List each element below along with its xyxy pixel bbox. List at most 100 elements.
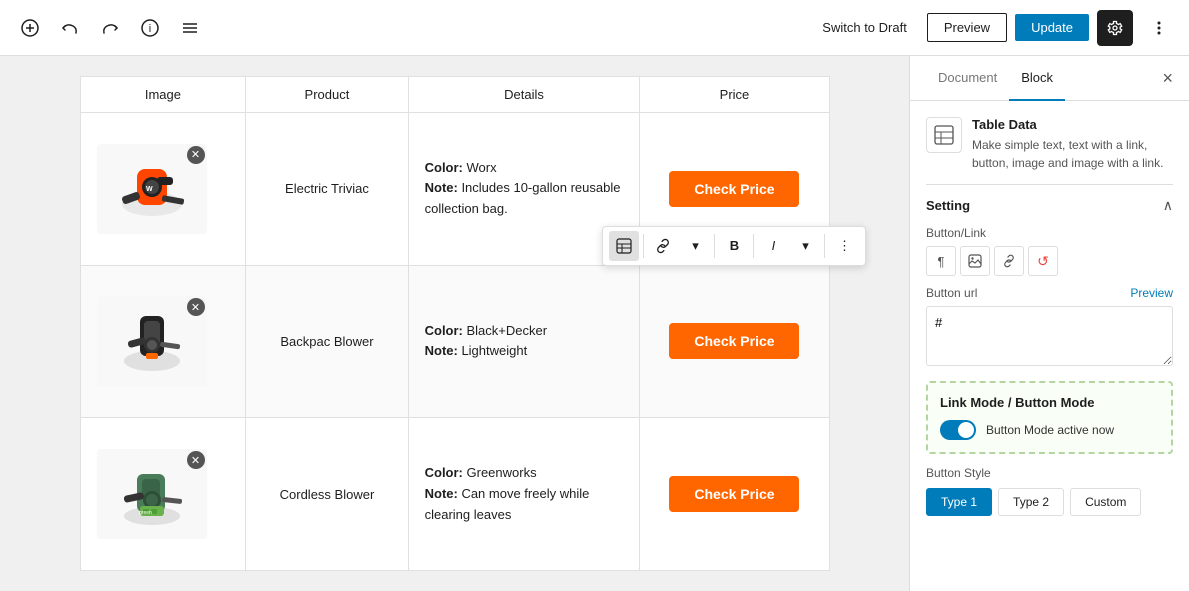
svg-text:green: green <box>139 510 152 516</box>
row2-price-cell: ▾ B I ▾ <box>640 265 829 418</box>
row1-note-label: Note: <box>425 180 458 195</box>
btn-url-section: Button url Preview # <box>926 286 1173 369</box>
ft-tabledata-icon-button[interactable] <box>609 231 639 261</box>
main-layout: Image Product Details Price ✕ <box>0 56 1189 591</box>
btn-url-preview-link[interactable]: Preview <box>1130 286 1173 300</box>
row2-image-box: ✕ <box>97 296 207 386</box>
button-mode-toggle[interactable] <box>940 420 976 440</box>
right-panel: Document Block × Table Data Make simple … <box>909 56 1189 591</box>
row2-image-cell: ✕ <box>80 265 246 418</box>
row1-check-price-button[interactable]: Check Price <box>669 171 799 207</box>
add-block-button[interactable] <box>12 10 48 46</box>
ft-divider2 <box>714 234 715 258</box>
setting-title: Setting <box>926 198 970 213</box>
btn-style-type1[interactable]: Type 1 <box>926 488 992 516</box>
ft-bold-icon: B <box>730 238 739 253</box>
more-options-button[interactable] <box>1141 10 1177 46</box>
btn-style-custom[interactable]: Custom <box>1070 488 1141 516</box>
row3-price-cell: Check Price <box>640 418 829 571</box>
row2-details-cell: Color: Black+Decker Note: Lightweight <box>408 265 640 418</box>
row1-image-box: ✕ W <box>97 144 207 234</box>
ft-italic-button[interactable]: I <box>758 231 788 261</box>
editor-area: Image Product Details Price ✕ <box>0 56 909 591</box>
row2-product-name: Backpac Blower <box>280 334 373 349</box>
row1-product-image: W <box>102 149 202 229</box>
col-header-product: Product <box>246 77 408 113</box>
panel-close-button[interactable]: × <box>1162 56 1173 100</box>
row3-details-text: Color: Greenworks Note: Can move freely … <box>425 463 624 525</box>
remove-row3-icon[interactable]: ✕ <box>187 451 205 469</box>
info-button[interactable]: i <box>132 10 168 46</box>
row1-product-cell: Electric Triviac <box>246 113 408 266</box>
btn-style-label: Button Style <box>926 466 1173 480</box>
row1-details-text: Color: Worx Note: Includes 10-gallon reu… <box>425 158 624 220</box>
tab-block[interactable]: Block <box>1009 56 1065 101</box>
block-info-text: Table Data Make simple text, text with a… <box>972 117 1173 172</box>
block-icon-box <box>926 117 962 153</box>
row3-color-label: Color: <box>425 465 463 480</box>
button-link-controls: ¶ ↺ <box>926 246 1173 276</box>
btn-style-section: Button Style Type 1 Type 2 Custom <box>926 466 1173 516</box>
block-title: Table Data <box>972 117 1173 132</box>
ft-link-dropdown[interactable]: ▾ <box>680 231 710 261</box>
ft-italic-icon: I <box>772 238 776 253</box>
row1-image-cell: ✕ W <box>80 113 246 266</box>
remove-row2-icon[interactable]: ✕ <box>187 298 205 316</box>
preview-button[interactable]: Preview <box>927 13 1007 42</box>
ft-dropdown-arrow: ▾ <box>692 238 699 254</box>
setting-collapse-icon[interactable]: ∧ <box>1163 197 1173 214</box>
button-link-label: Button/Link <box>926 226 1173 240</box>
toolbar-left: i <box>12 10 208 46</box>
ft-more-icon: ⋮ <box>838 238 851 254</box>
mode-toggle-row: Button Mode active now <box>940 420 1159 440</box>
button-link-row: Button/Link ¶ ↺ <box>926 226 1173 276</box>
setting-header: Setting ∧ <box>926 197 1173 214</box>
btn-url-header: Button url Preview <box>926 286 1173 300</box>
row3-check-price-button[interactable]: Check Price <box>669 476 799 512</box>
bl-paragraph-button[interactable]: ¶ <box>926 246 956 276</box>
bl-reset-button[interactable]: ↺ <box>1028 246 1058 276</box>
ft-bold-button[interactable]: B <box>719 231 749 261</box>
row3-color-value: Greenworks <box>463 465 537 480</box>
block-desc: Make simple text, text with a link, butt… <box>972 136 1173 172</box>
ft-divider1 <box>643 234 644 258</box>
mode-box: Link Mode / Button Mode Button Mode acti… <box>926 381 1173 454</box>
row3-image-cell: ✕ <box>80 418 246 571</box>
tab-document[interactable]: Document <box>926 56 1009 101</box>
row1-color-value: Worx <box>463 160 497 175</box>
remove-row1-icon[interactable]: ✕ <box>187 146 205 164</box>
row2-check-price-button[interactable]: Check Price <box>669 323 799 359</box>
row3-product-name: Cordless Blower <box>280 487 375 502</box>
row1-product-name: Electric Triviac <box>285 181 369 196</box>
row2-color-value: Black+Decker <box>463 323 547 338</box>
svg-text:i: i <box>149 23 151 35</box>
ft-italic-dropdown-arrow: ▾ <box>802 238 809 254</box>
btn-style-type2[interactable]: Type 2 <box>998 488 1064 516</box>
switch-to-draft-button[interactable]: Switch to Draft <box>810 14 919 41</box>
undo-button[interactable] <box>52 10 88 46</box>
bl-link-button[interactable] <box>994 246 1024 276</box>
ft-divider4 <box>824 234 825 258</box>
row1-color-label: Color: <box>425 160 463 175</box>
row2-color-label: Color: <box>425 323 463 338</box>
btn-style-options: Type 1 Type 2 Custom <box>926 488 1173 516</box>
toggle-knob <box>958 422 974 438</box>
btn-url-input[interactable]: # <box>926 306 1173 366</box>
menu-button[interactable] <box>172 10 208 46</box>
panel-body: Table Data Make simple text, text with a… <box>910 101 1189 591</box>
row3-product-cell: Cordless Blower <box>246 418 408 571</box>
panel-tabs: Document Block × <box>910 56 1189 101</box>
divider1 <box>926 184 1173 185</box>
redo-button[interactable] <box>92 10 128 46</box>
ft-italic-dropdown[interactable]: ▾ <box>790 231 820 261</box>
table-row: ✕ <box>80 418 829 571</box>
ft-more-button[interactable]: ⋮ <box>829 231 859 261</box>
update-button[interactable]: Update <box>1015 14 1089 41</box>
settings-button[interactable] <box>1097 10 1133 46</box>
toolbar-right: Switch to Draft Preview Update <box>810 10 1177 46</box>
ft-link-button[interactable] <box>648 231 678 261</box>
row2-product-image <box>102 301 202 381</box>
floating-toolbar: ▾ B I ▾ <box>602 226 866 266</box>
row2-product-cell: Backpac Blower <box>246 265 408 418</box>
bl-image-button[interactable] <box>960 246 990 276</box>
